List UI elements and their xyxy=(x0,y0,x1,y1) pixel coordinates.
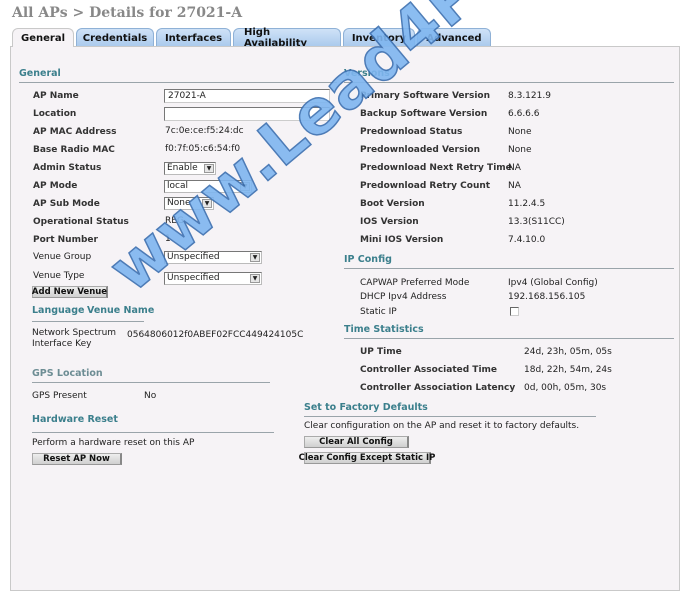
base-radio-mac-label: Base Radio MAC xyxy=(33,145,115,155)
language-link[interactable]: Language xyxy=(32,305,84,316)
location-input[interactable] xyxy=(164,107,330,121)
nsi-key-value: 0564806012f0ABEF02FCC449424105C xyxy=(127,330,304,340)
version-label: Predownload Next Retry Time xyxy=(360,163,512,173)
time-stat-value: 18d, 22h, 54m, 24s xyxy=(524,365,612,375)
venue-name-link[interactable]: Venue Name xyxy=(87,305,154,316)
port-number-value: 1 xyxy=(165,234,171,244)
time-stat-label: Controller Associated Time xyxy=(360,365,498,375)
admin-status-select[interactable]: Enable ▼ xyxy=(164,162,216,175)
version-label: Mini IOS Version xyxy=(360,235,444,245)
tab-advanced[interactable]: Advanced xyxy=(417,28,491,47)
version-label: Primary Software Version xyxy=(360,91,491,101)
divider xyxy=(344,268,674,269)
venue-type-label: Venue Type xyxy=(33,271,85,281)
static-ip-checkbox[interactable] xyxy=(510,307,519,316)
version-label: Predownload Status xyxy=(360,127,463,137)
version-label: Backup Software Version xyxy=(360,109,488,119)
ap-mac-label: AP MAC Address xyxy=(33,127,117,137)
time-stat-value: 24d, 23h, 05m, 05s xyxy=(524,347,612,357)
factory-defaults-title: Set to Factory Defaults xyxy=(304,402,428,413)
version-value: 7.4.10.0 xyxy=(508,235,546,245)
ap-name-label: AP Name xyxy=(33,91,79,101)
factory-defaults-description: Clear configuration on the AP and reset … xyxy=(304,421,580,431)
hardware-reset-description: Perform a hardware reset on this AP xyxy=(32,438,195,448)
time-stat-label: UP Time xyxy=(360,347,402,357)
divider xyxy=(32,382,270,383)
tab-high-availability[interactable]: High Availability xyxy=(233,27,341,49)
reset-ap-now-button[interactable]: Reset AP Now xyxy=(32,453,122,465)
time-stats-section-title: Time Statistics xyxy=(344,324,424,335)
version-value: None xyxy=(508,127,532,137)
ap-sub-mode-label: AP Sub Mode xyxy=(33,199,100,209)
version-label: Predownload Retry Count xyxy=(360,181,491,191)
ip-config-section-title: IP Config xyxy=(344,254,392,265)
page-title: All APs > Details for 27021-A xyxy=(12,5,243,21)
venue-type-value: Unspecified xyxy=(167,273,220,283)
clear-all-config-button[interactable]: Clear All Config xyxy=(304,436,409,448)
nsi-key-label-line1: Network Spectrum xyxy=(32,328,117,338)
capwap-mode-value: Ipv4 (Global Config) xyxy=(508,278,598,288)
port-number-label: Port Number xyxy=(33,235,98,245)
time-stat-value: 0d, 00h, 05m, 30s xyxy=(524,383,607,393)
tab-inventory[interactable]: Inventory xyxy=(343,28,415,47)
admin-status-label: Admin Status xyxy=(33,163,102,173)
tab-interfaces[interactable]: Interfaces xyxy=(156,28,231,47)
gps-present-value: No xyxy=(144,391,157,401)
version-value: NA xyxy=(508,181,521,191)
version-value: 11.2.4.5 xyxy=(508,199,546,209)
versions-section-title: Versions xyxy=(344,68,390,79)
general-section-title: General xyxy=(19,68,61,79)
divider xyxy=(304,416,596,417)
location-label: Location xyxy=(33,109,77,119)
tab-credentials[interactable]: Credentials xyxy=(76,28,154,47)
nsi-key-label-line2: Interface Key xyxy=(32,339,92,349)
venue-type-select[interactable]: Unspecified ▼ xyxy=(164,272,262,285)
admin-status-value: Enable xyxy=(167,163,198,173)
ap-name-input[interactable]: 27021-A xyxy=(164,89,330,103)
divider xyxy=(344,338,674,339)
time-stat-label: Controller Association Latency xyxy=(360,383,516,393)
gps-present-label: GPS Present xyxy=(32,391,87,401)
divider xyxy=(32,432,274,433)
ap-mac-value: 7c:0e:ce:f5:24:dc xyxy=(165,126,244,136)
ap-mode-select[interactable]: local ▼ xyxy=(164,180,252,193)
operational-status-label: Operational Status xyxy=(33,217,129,227)
dhcp-address-label: DHCP Ipv4 Address xyxy=(360,292,447,302)
version-value: None xyxy=(508,145,532,155)
venue-group-label: Venue Group xyxy=(33,252,92,262)
divider xyxy=(344,82,674,83)
ap-mode-value: local xyxy=(167,181,188,191)
clear-config-except-static-ip-button[interactable]: Clear Config Except Static IP xyxy=(299,452,435,464)
venue-group-select[interactable]: Unspecified ▼ xyxy=(164,251,262,264)
version-label: IOS Version xyxy=(360,217,419,227)
add-new-venue-button[interactable]: Add New Venue xyxy=(32,286,108,298)
divider xyxy=(32,321,144,322)
ap-sub-mode-select[interactable]: None ▼ xyxy=(164,197,214,210)
version-label: Predownloaded Version xyxy=(360,145,480,155)
tab-general[interactable]: General xyxy=(12,28,74,47)
version-value: NA xyxy=(508,163,521,173)
chevron-down-icon: ▼ xyxy=(202,199,212,208)
version-value: 8.3.121.9 xyxy=(508,91,551,101)
dhcp-address-value: 192.168.156.105 xyxy=(508,292,586,302)
ap-sub-mode-value: None xyxy=(167,198,191,208)
operational-status-value: REG xyxy=(165,216,184,226)
ap-mode-label: AP Mode xyxy=(33,181,78,191)
chevron-down-icon: ▼ xyxy=(250,274,260,283)
chevron-down-icon: ▼ xyxy=(240,182,250,191)
base-radio-mac-value: f0:7f:05:c6:54:f0 xyxy=(165,144,241,154)
venue-group-value: Unspecified xyxy=(167,252,220,262)
tab-bar: General Credentials Interfaces High Avai… xyxy=(12,27,493,49)
chevron-down-icon: ▼ xyxy=(204,164,214,173)
static-ip-label: Static IP xyxy=(360,307,397,317)
capwap-mode-label: CAPWAP Preferred Mode xyxy=(360,278,470,288)
hardware-reset-title: Hardware Reset xyxy=(32,414,118,425)
version-label: Boot Version xyxy=(360,199,425,209)
divider xyxy=(19,82,337,83)
gps-section-title: GPS Location xyxy=(32,368,103,379)
general-panel: General AP Name 27021-A Location AP MAC … xyxy=(10,46,680,591)
version-value: 13.3(S11CC) xyxy=(508,217,565,227)
version-value: 6.6.6.6 xyxy=(508,109,540,119)
chevron-down-icon: ▼ xyxy=(250,253,260,262)
